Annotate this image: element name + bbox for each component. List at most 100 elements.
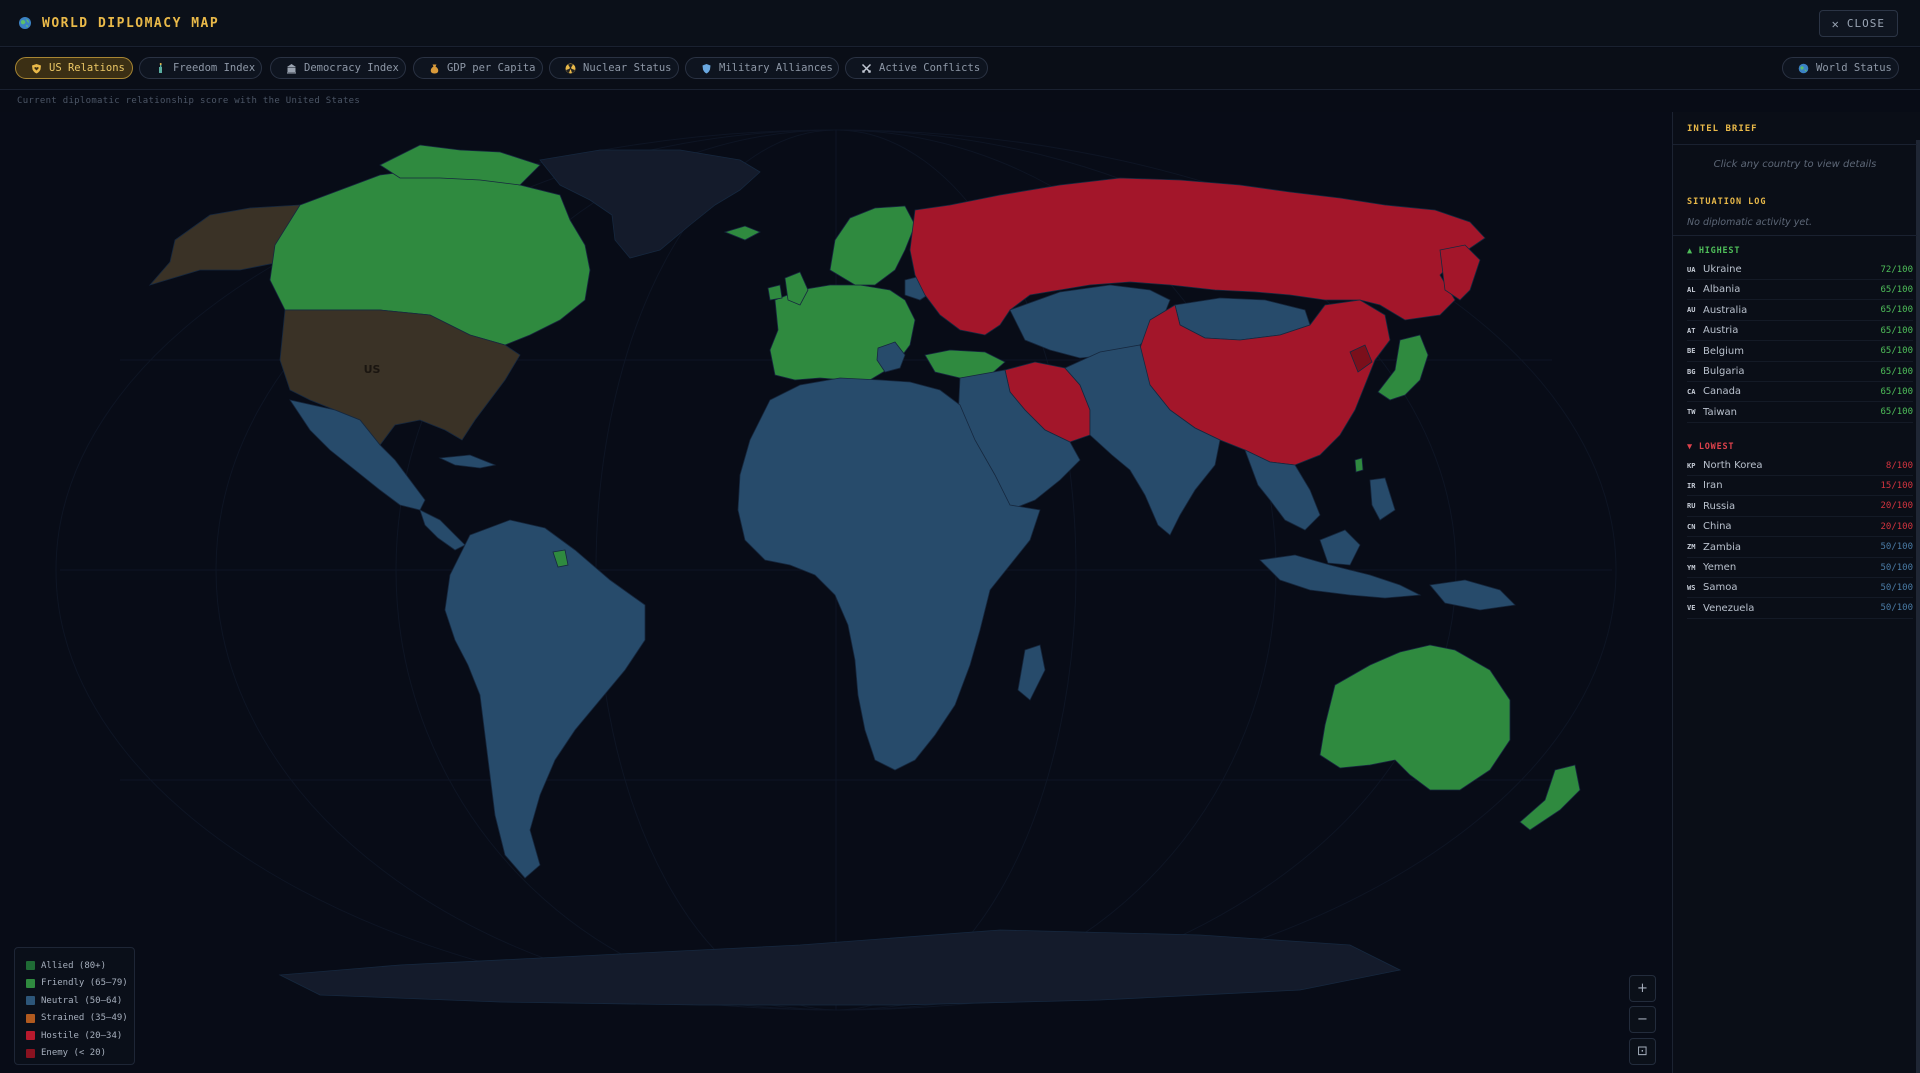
- country-code: KP: [1687, 461, 1696, 470]
- country-philippines[interactable]: [1369, 477, 1396, 521]
- country-rank-row[interactable]: RU Russia 20/100: [1687, 497, 1913, 517]
- legend-item: Neutral (50–64): [26, 992, 134, 1010]
- header-bar: WORLD DIPLOMACY MAP ✕ CLOSE: [0, 0, 1920, 47]
- world-map-svg[interactable]: US: [0, 112, 1672, 1073]
- app-title: WORLD DIPLOMACY MAP: [42, 15, 220, 31]
- tab-democracy-index[interactable]: Democracy Index: [270, 57, 406, 79]
- country-rank-row[interactable]: WS Samoa 50/100: [1687, 578, 1913, 599]
- country-code: YM: [1687, 563, 1696, 572]
- map-legend: Allied (80+) Friendly (65–79) Neutral (5…: [14, 947, 135, 1065]
- tab-gdp-per-capita[interactable]: GDP per Capita: [413, 57, 543, 79]
- country-rank-row[interactable]: AT Austria 65/100: [1687, 321, 1913, 342]
- reset-view-button[interactable]: ⊡: [1629, 1038, 1656, 1065]
- legend-swatch: [26, 1031, 35, 1041]
- radiation-icon: [564, 62, 576, 74]
- country-scandinavia[interactable]: [829, 205, 916, 286]
- relation-score: 15/100: [1880, 480, 1913, 491]
- country-rank-row[interactable]: CN China 20/100: [1687, 517, 1913, 538]
- country-code: AT: [1687, 326, 1696, 335]
- country-ireland[interactable]: [767, 284, 783, 301]
- divider: [1673, 144, 1917, 145]
- money-bag-icon: [428, 62, 440, 74]
- relation-score: 50/100: [1880, 603, 1913, 614]
- legend-item: Hostile (20–34): [26, 1027, 134, 1045]
- diplomacy-map-app: WORLD DIPLOMACY MAP ✕ CLOSE US Relations…: [0, 0, 1920, 1073]
- zoom-in-button[interactable]: +: [1629, 975, 1656, 1002]
- country-central-america[interactable]: [419, 509, 466, 551]
- legend-swatch: [26, 996, 35, 1006]
- country-rank-row[interactable]: AU Australia 65/100: [1687, 301, 1913, 321]
- country-new-zealand[interactable]: [1519, 764, 1581, 831]
- country-rank-row[interactable]: IR Iran 15/100: [1687, 476, 1913, 497]
- country-code: AL: [1687, 285, 1696, 294]
- close-label: CLOSE: [1846, 17, 1885, 30]
- tab-nuclear-status[interactable]: Nuclear Status: [549, 57, 679, 79]
- country-name: Iran: [1703, 480, 1723, 492]
- country-code: IR: [1687, 481, 1696, 490]
- country-taiwan[interactable]: [1354, 457, 1364, 473]
- country-rank-row[interactable]: BE Belgium 65/100: [1687, 342, 1913, 362]
- globe-icon: [19, 17, 31, 29]
- crossed-swords-icon: [860, 62, 872, 74]
- country-australia[interactable]: [1319, 644, 1511, 791]
- region-antarctica[interactable]: [278, 929, 1402, 1006]
- liberty-statue-icon: [154, 62, 166, 74]
- country-iceland[interactable]: [723, 225, 761, 241]
- legend-item: Strained (35–49): [26, 1010, 134, 1028]
- country-code: BE: [1687, 347, 1696, 356]
- relation-score: 50/100: [1880, 582, 1913, 593]
- country-name: Zambia: [1703, 541, 1741, 553]
- relation-score: 20/100: [1880, 501, 1913, 512]
- country-code: TW: [1687, 408, 1696, 417]
- relation-score: 50/100: [1880, 562, 1913, 573]
- country-rank-row[interactable]: BG Bulgaria 65/100: [1687, 362, 1913, 382]
- tab-active-conflicts[interactable]: Active Conflicts: [845, 57, 988, 79]
- country-rank-row[interactable]: VE Venezuela 50/100: [1687, 599, 1913, 619]
- country-madagascar[interactable]: [1017, 644, 1046, 701]
- country-rank-row[interactable]: UA Ukraine 72/100: [1687, 260, 1913, 280]
- globe-icon: [1797, 62, 1809, 74]
- tab-freedom-index[interactable]: Freedom Index: [139, 57, 262, 79]
- country-code: VE: [1687, 604, 1696, 613]
- country-name: Venezuela: [1703, 602, 1755, 614]
- situation-log-title: SITUATION LOG: [1687, 197, 1767, 207]
- country-rank-row[interactable]: CA Canada 65/100: [1687, 382, 1913, 403]
- country-south-america[interactable]: [444, 519, 646, 879]
- relation-score: 65/100: [1880, 305, 1913, 316]
- zoom-out-button[interactable]: −: [1629, 1006, 1656, 1033]
- country-code: BG: [1687, 367, 1696, 376]
- country-new-guinea[interactable]: [1429, 579, 1516, 611]
- legend-swatch: [26, 978, 35, 988]
- close-button[interactable]: ✕ CLOSE: [1818, 10, 1898, 37]
- country-code: AU: [1687, 306, 1696, 315]
- world-status-button[interactable]: World Status: [1782, 57, 1899, 79]
- relation-score: 65/100: [1880, 284, 1913, 295]
- panel-scrollbar[interactable]: [1916, 140, 1920, 1073]
- country-rank-row[interactable]: KP North Korea 8/100: [1687, 456, 1913, 476]
- relation-score: 72/100: [1880, 264, 1913, 275]
- country-rank-row[interactable]: AL Albania 65/100: [1687, 280, 1913, 301]
- country-code: CN: [1687, 522, 1696, 531]
- intel-brief-panel: INTEL BRIEF Click any country to view de…: [1672, 112, 1920, 1073]
- tab-us-relations[interactable]: US Relations: [15, 57, 133, 79]
- country-cuba[interactable]: [438, 454, 497, 469]
- tab-military-alliances[interactable]: Military Alliances: [685, 57, 839, 79]
- country-code: WS: [1687, 583, 1696, 592]
- lowest-heading: ▼ LOWEST: [1687, 442, 1735, 452]
- map-label-us: US: [364, 363, 381, 376]
- country-name: Russia: [1703, 500, 1736, 512]
- country-name: Ukraine: [1703, 264, 1742, 275]
- country-name: North Korea: [1703, 460, 1763, 471]
- relation-score: 65/100: [1880, 325, 1913, 336]
- country-code: RU: [1687, 502, 1696, 511]
- country-borneo[interactable]: [1319, 529, 1361, 566]
- country-rank-row[interactable]: ZM Zambia 50/100: [1687, 538, 1913, 558]
- country-rank-row[interactable]: TW Taiwan 65/100: [1687, 403, 1913, 423]
- relation-score: 50/100: [1880, 542, 1913, 553]
- map-countries[interactable]: [148, 144, 1581, 1006]
- country-name: Austria: [1703, 325, 1739, 337]
- country-code: CA: [1687, 387, 1696, 396]
- country-rank-row[interactable]: YM Yemen 50/100: [1687, 558, 1913, 578]
- world-map[interactable]: US Allied (80+) Friendly (65–79) Neutral…: [0, 112, 1672, 1073]
- country-name: Yemen: [1703, 562, 1737, 573]
